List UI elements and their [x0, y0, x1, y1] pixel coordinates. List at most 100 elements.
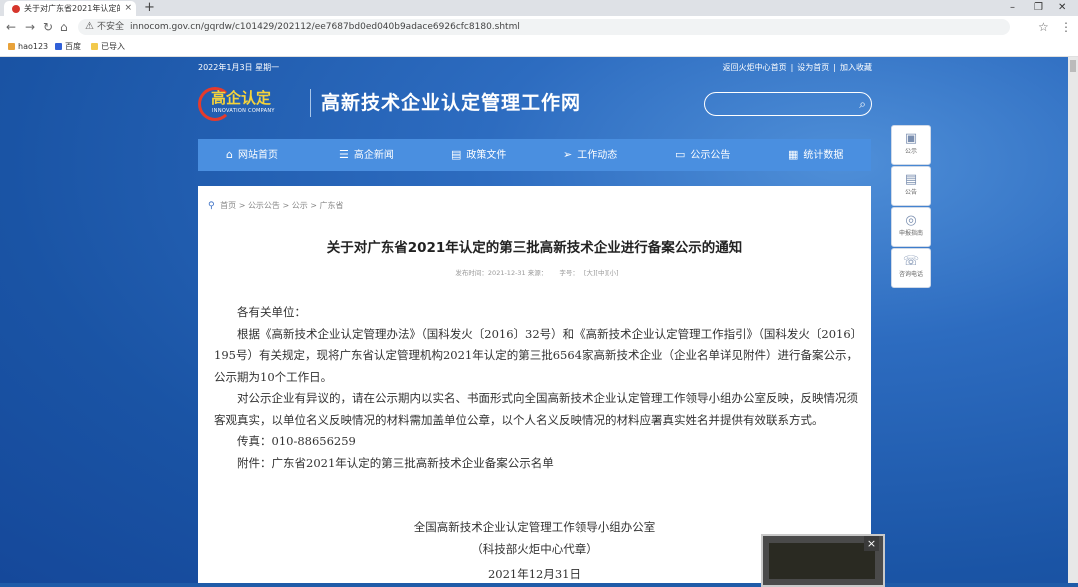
- hao123-icon: [8, 43, 15, 50]
- browser-tab[interactable]: 关于对广东省2021年认定的第三... ×: [4, 1, 136, 16]
- tab-close-icon[interactable]: ×: [124, 2, 132, 14]
- browser-menu-icon[interactable]: ⋮: [1060, 19, 1072, 35]
- float-button-notice[interactable]: ▤ 公告: [891, 166, 931, 206]
- notice-icon: ▭: [675, 148, 686, 161]
- home-button[interactable]: ⌂: [60, 19, 68, 35]
- main-nav: ⌂ 网站首页 ☰ 高企新闻 ▤ 政策文件 ➢ 工作动态 ▭ 公示公告 ▦ 统计数据: [198, 139, 871, 171]
- tab-strip: 关于对广东省2021年认定的第三... × + – ❐ ✕: [0, 0, 1078, 16]
- fax-line: 传真：010-88656259: [237, 434, 356, 448]
- link-separator: |: [790, 63, 794, 72]
- nav-item-notice[interactable]: ▭ 公示公告: [675, 139, 730, 171]
- forward-button[interactable]: →: [25, 19, 35, 35]
- bookmark-imported[interactable]: 已导入: [91, 41, 125, 53]
- paragraph: 根据《高新技术企业认定管理办法》（国科发火〔2016〕32号）和《高新技术企业认…: [214, 326, 858, 384]
- attachment-link[interactable]: 附件：广东省2021年认定的第三批高新技术企业备案公示名单: [214, 453, 858, 475]
- nav-item-policy[interactable]: ▤ 政策文件: [451, 139, 506, 171]
- float-label: 咨询电话: [898, 271, 923, 278]
- salutation: 各有关单位：: [237, 305, 306, 319]
- briefcase-icon: ▣: [904, 131, 918, 146]
- minimize-button[interactable]: –: [1010, 0, 1015, 16]
- nav-item-work[interactable]: ➢ 工作动态: [563, 139, 617, 171]
- breadcrumb: ⚲ 首页 > 公示公告 > 公示 > 广东省: [208, 200, 344, 212]
- browser-toolbar: ← → ↻ ⌂ ⚠ 不安全 innocom.gov.cn/gqrdw/c1014…: [0, 16, 1078, 38]
- breadcrumb-home[interactable]: 首页: [220, 201, 236, 210]
- current-date: 2022年1月3日 星期一: [198, 63, 280, 72]
- publish-info: 发布时间：2021-12-31 来源：: [455, 269, 548, 277]
- top-links: 返回火炬中心首页 | 设为首页 | 加入收藏: [723, 61, 872, 75]
- breadcrumb-sep: >: [238, 201, 246, 210]
- breadcrumb-sep: >: [310, 201, 317, 210]
- bookmark-baidu[interactable]: 百度: [55, 41, 81, 53]
- phone-icon: ☏: [902, 254, 920, 269]
- paper-plane-icon: ➢: [563, 148, 573, 161]
- back-button[interactable]: ←: [6, 19, 16, 35]
- folder-icon: [91, 43, 98, 50]
- bookmark-star-icon[interactable]: ☆: [1038, 19, 1049, 35]
- maximize-button[interactable]: ❐: [1034, 0, 1043, 16]
- nav-item-news[interactable]: ☰ 高企新闻: [339, 139, 394, 171]
- document-icon: ▤: [451, 148, 462, 161]
- favicon-icon: [12, 5, 20, 13]
- home-icon: ⌂: [226, 148, 233, 161]
- baidu-icon: [55, 43, 62, 50]
- add-favorite-link[interactable]: 加入收藏: [840, 63, 872, 72]
- breadcrumb-guangdong[interactable]: 广东省: [320, 201, 344, 210]
- search-icon[interactable]: ⌕: [859, 96, 866, 112]
- warning-icon: ⚠: [85, 21, 94, 32]
- scrollbar-thumb[interactable]: [1070, 60, 1076, 72]
- bookmark-label: 已导入: [101, 42, 125, 51]
- popup-close-button[interactable]: ×: [864, 536, 879, 551]
- nav-label: 工作动态: [577, 150, 618, 161]
- logo-subtext: INNOVATION COMPANY: [212, 108, 275, 114]
- site-title: 高新技术企业认定管理工作网: [310, 89, 581, 117]
- nav-item-home[interactable]: ⌂ 网站首页: [226, 139, 278, 171]
- breadcrumb-sep: >: [282, 201, 290, 210]
- set-homepage-link[interactable]: 设为首页: [797, 63, 829, 72]
- font-size-small[interactable]: [小]: [607, 269, 619, 277]
- float-button-public[interactable]: ▣ 公示: [891, 125, 931, 165]
- location-pin-icon: ⚲: [208, 201, 215, 211]
- article-card: ⚲ 首页 > 公示公告 > 公示 > 广东省 关于对广东省2021年认定的第三批…: [198, 186, 871, 583]
- insecure-label: 不安全: [97, 22, 125, 32]
- breadcrumb-public[interactable]: 公示: [292, 201, 308, 210]
- url-text[interactable]: innocom.gov.cn/gqrdw/c101429/202112/ee76…: [130, 20, 520, 34]
- float-button-guide[interactable]: ◎ 申报指南: [891, 207, 931, 247]
- site-logo[interactable]: 高企认定 INNOVATION COMPANY: [198, 85, 308, 121]
- bookmark-label: hao123: [18, 42, 49, 51]
- chart-icon: ▦: [788, 148, 799, 161]
- article-meta: 发布时间：2021-12-31 来源： 字号： [大][中][小]: [198, 268, 871, 278]
- nav-label: 高企新闻: [353, 150, 394, 161]
- breadcrumb-notices[interactable]: 公示公告: [248, 201, 280, 210]
- video-area[interactable]: [769, 543, 875, 579]
- nav-label: 政策文件: [466, 150, 507, 161]
- tab-title: 关于对广东省2021年认定的第三...: [24, 4, 120, 13]
- nav-label: 公示公告: [690, 150, 731, 161]
- nav-item-stats[interactable]: ▦ 统计数据: [788, 139, 843, 171]
- site-top-bar: 2022年1月3日 星期一 返回火炬中心首页 | 设为首页 | 加入收藏: [198, 61, 872, 75]
- font-size-label: 字号：: [559, 269, 579, 277]
- site-search-input[interactable]: ⌕: [704, 92, 872, 116]
- float-label: 公示: [904, 148, 917, 155]
- close-window-button[interactable]: ✕: [1058, 0, 1066, 16]
- paragraph: 对公示企业有异议的，请在公示期内以实名、书面形式向全国高新技术企业认定管理工作领…: [214, 391, 858, 427]
- page-scrollbar[interactable]: [1068, 57, 1078, 583]
- bookmarks-bar: hao123 百度 已导入: [0, 38, 1078, 57]
- font-size-medium[interactable]: [中]: [595, 269, 607, 277]
- nav-label: 网站首页: [237, 150, 278, 161]
- float-label: 申报指南: [898, 230, 923, 237]
- address-bar[interactable]: ⚠ 不安全 innocom.gov.cn/gqrdw/c101429/20211…: [78, 19, 1010, 35]
- float-button-phone[interactable]: ☏ 咨询电话: [891, 248, 931, 288]
- torch-center-home-link[interactable]: 返回火炬中心首页: [723, 63, 787, 72]
- reload-button[interactable]: ↻: [43, 19, 53, 35]
- article-title: 关于对广东省2021年认定的第三批高新技术企业进行备案公示的通知: [326, 240, 743, 256]
- article-body: 各有关单位： 根据《高新技术企业认定管理办法》（国科发火〔2016〕32号）和《…: [214, 302, 858, 474]
- font-size-large[interactable]: [大]: [584, 269, 596, 277]
- new-tab-button[interactable]: +: [144, 0, 155, 16]
- float-label: 公告: [904, 189, 917, 196]
- news-icon: ☰: [339, 148, 349, 161]
- clipboard-icon: ▤: [904, 172, 918, 187]
- nav-label: 统计数据: [803, 150, 844, 161]
- compass-icon: ◎: [905, 213, 917, 228]
- bookmark-hao123[interactable]: hao123: [8, 41, 48, 53]
- link-separator: |: [833, 63, 836, 72]
